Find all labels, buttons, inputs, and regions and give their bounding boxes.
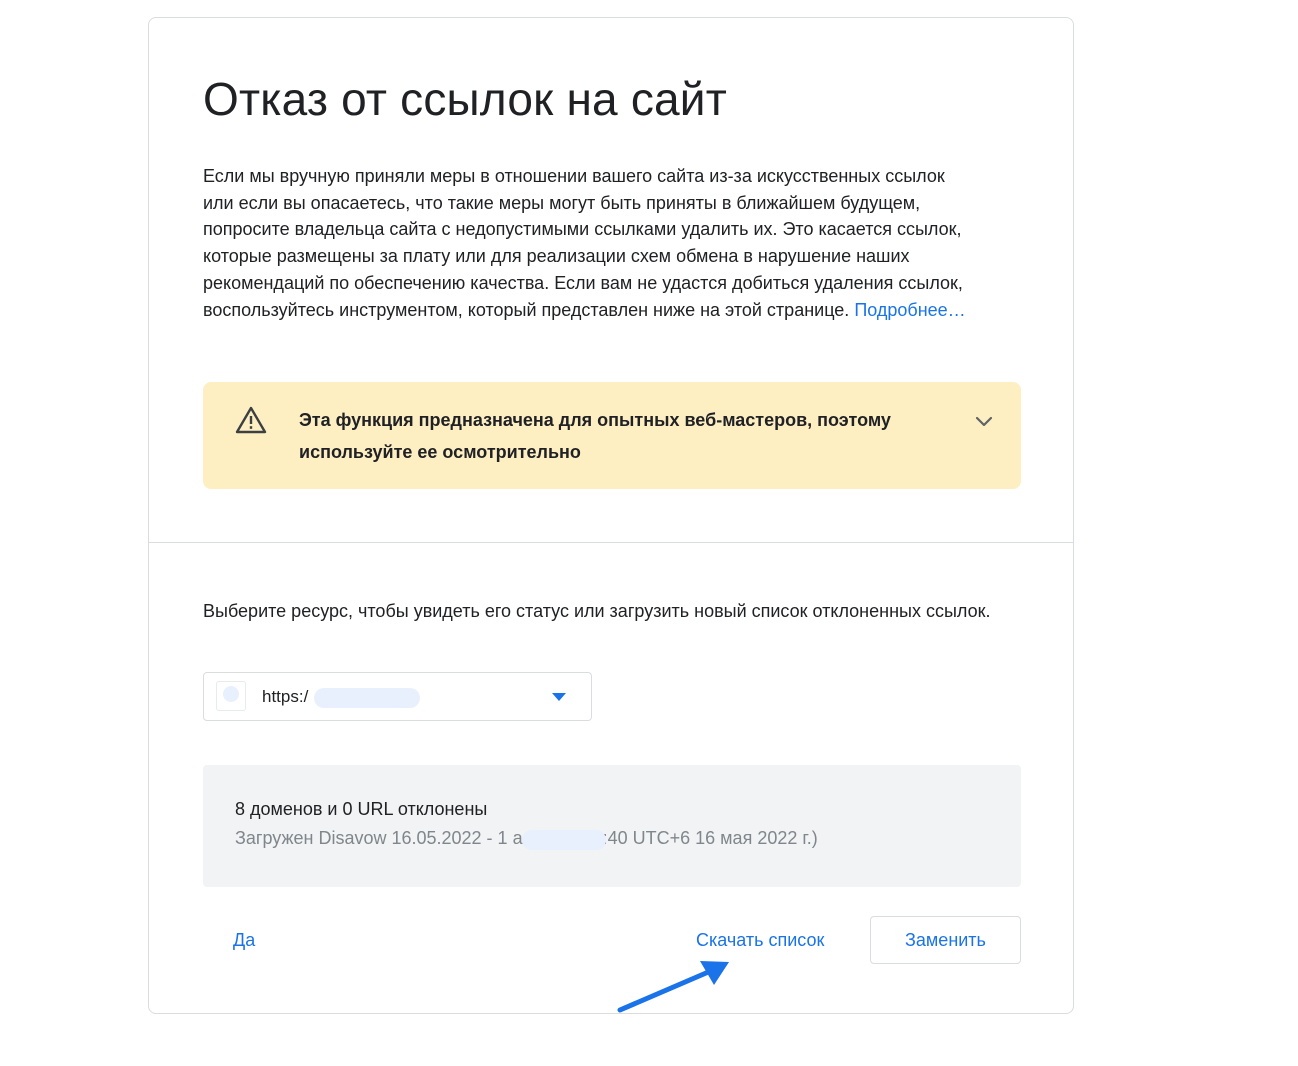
yes-button[interactable]: Да — [233, 930, 255, 951]
property-url: https:/ — [262, 687, 309, 706]
page-title: Отказ от ссылок на сайт — [203, 73, 727, 125]
intro-text: Если мы вручную приняли меры в отношении… — [203, 166, 963, 320]
annotation-arrow-icon — [617, 961, 729, 1013]
replace-button[interactable]: Заменить — [870, 916, 1021, 964]
site-favicon — [216, 681, 246, 711]
chevron-down-icon[interactable] — [973, 410, 995, 432]
property-selector[interactable]: https:/ — [203, 672, 592, 721]
section-divider — [149, 542, 1073, 543]
intro-paragraph: Если мы вручную приняли меры в отношении… — [203, 163, 973, 323]
disavow-status-panel: 8 доменов и 0 URL отклонены Загружен Dis… — [203, 765, 1021, 887]
redacted-filename-mask — [522, 830, 606, 850]
status-title: 8 доменов и 0 URL отклонены — [235, 799, 488, 819]
learn-more-link[interactable]: Подробнее… — [854, 300, 965, 320]
caret-down-icon — [552, 693, 566, 701]
redacted-url-mask — [314, 688, 420, 708]
download-list-button[interactable]: Скачать список — [696, 930, 824, 951]
warning-text: Эта функция предназначена для опытных ве… — [299, 410, 891, 462]
advanced-warning-banner[interactable]: Эта функция предназначена для опытных ве… — [203, 382, 1021, 489]
property-prompt: Выберите ресурс, чтобы увидеть его стату… — [203, 601, 991, 621]
warning-triangle-icon — [235, 406, 267, 434]
disavow-card: Отказ от ссылок на сайт Если мы вручную … — [148, 17, 1074, 1014]
